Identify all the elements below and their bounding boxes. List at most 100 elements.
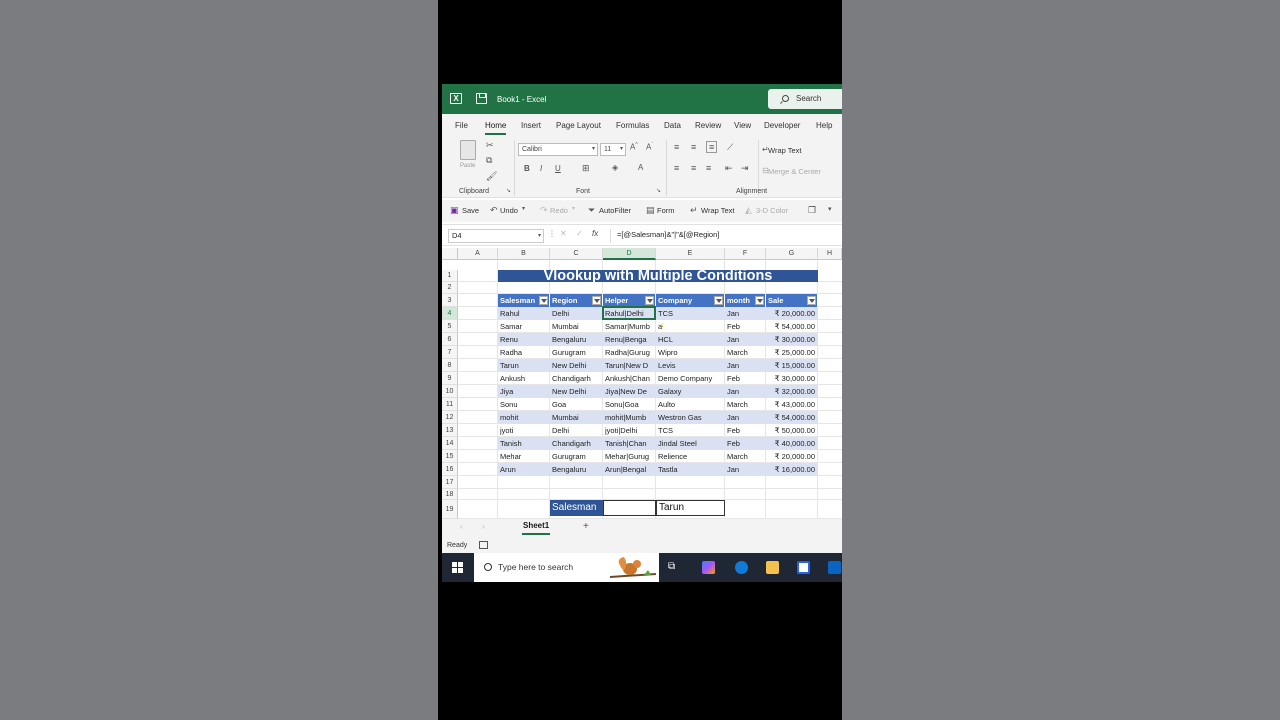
table-cell[interactable]: Renu [498,333,550,346]
chevron-down-icon[interactable]: ▾ [522,205,525,212]
table-cell[interactable]: Ankush [498,372,550,385]
table-cell[interactable]: Tarun|New D [603,359,656,372]
cancel-icon[interactable]: ✕ [560,229,567,238]
column-header-b[interactable]: B [498,248,550,260]
table-cell[interactable]: ₹ 30,000.00 [766,333,818,346]
decrease-indent-icon[interactable]: ⇤ [725,163,733,174]
add-sheet-icon[interactable]: + [583,521,589,532]
next-sheet-icon[interactable]: › [482,522,485,531]
row-header-4[interactable]: 4 [442,307,458,320]
font-color-icon[interactable]: A [638,163,643,172]
table-header-salesman[interactable]: Salesman [498,294,550,307]
align-right-icon[interactable]: ≡ [706,163,711,173]
table-cell[interactable]: Rahul [498,307,550,320]
table-cell[interactable]: Sonu|Goa [603,398,656,411]
table-cell[interactable]: Levis [656,359,725,372]
row-header-3[interactable]: 3 [442,294,458,307]
outlook-icon[interactable] [828,561,841,574]
table-cell[interactable]: Bengaluru [550,463,603,476]
table-cell[interactable]: ₹ 43,000.00 [766,398,818,411]
column-header-g[interactable]: G [766,248,818,260]
table-cell[interactable]: Delhi [550,424,603,437]
table-cell[interactable]: TCS [656,424,725,437]
table-cell[interactable]: Feb [725,424,766,437]
tab-home[interactable]: Home [485,121,507,135]
italic-icon[interactable]: I [540,164,542,173]
tab-formulas[interactable]: Formulas [616,121,649,130]
format-painter-icon[interactable]: 🖌 [486,171,497,182]
table-cell[interactable]: ₹ 54,000.00 [766,411,818,424]
table-cell[interactable]: ₹ 16,000.00 [766,463,818,476]
table-cell[interactable]: ₹ 20,000.00 [766,307,818,320]
macro-record-icon[interactable] [479,541,488,549]
table-cell[interactable]: Tarun [498,359,550,372]
table-cell[interactable]: Jiya|New De [603,385,656,398]
redo-button[interactable]: Redo [550,206,568,215]
windows-start-icon[interactable] [452,562,463,573]
filter-dropdown-icon[interactable] [714,296,723,305]
table-header-region[interactable]: Region [550,294,603,307]
table-cell[interactable]: Radha [498,346,550,359]
font-size-select[interactable]: 11 ▾ [600,143,626,156]
filter-dropdown-icon[interactable] [592,296,601,305]
prev-sheet-icon[interactable]: ‹ [460,522,463,531]
table-cell[interactable]: ₹ 20,000.00 [766,450,818,463]
window-icon[interactable]: ❐ [808,205,816,216]
increase-indent-icon[interactable]: ⇥ [741,163,749,174]
table-cell[interactable]: Mumbai [550,320,603,333]
table-cell[interactable]: Wipro [656,346,725,359]
table-cell[interactable]: jyoti [498,424,550,437]
lookup-value-cell[interactable]: Tarun [656,500,725,516]
align-center-icon[interactable]: ≡ [691,163,696,173]
table-cell[interactable]: Tanish|Chan [603,437,656,450]
orientation-icon[interactable]: ⟋ [727,142,733,153]
table-cell[interactable]: Arun [498,463,550,476]
table-cell[interactable]: Jan [725,463,766,476]
3d-color-button[interactable]: 3-D Color [756,206,788,215]
row-header-5[interactable]: 5 [442,320,458,333]
table-cell[interactable]: Relience [656,450,725,463]
wrap-text-button[interactable]: Wrap Text [768,146,802,155]
table-cell[interactable]: Bengaluru [550,333,603,346]
table-cell[interactable]: ₹ 15,000.00 [766,359,818,372]
table-cell[interactable]: Mehar [498,450,550,463]
row-header-16[interactable]: 16 [442,463,458,476]
worksheet-grid[interactable]: A B C D E F G H 1 2 3 4 5 6 7 8 9 10 11 12 13 14 15 16 17 18 19 Vlo… [442,248,842,519]
table-cell[interactable]: mohit [498,411,550,424]
table-cell[interactable]: Samar [498,320,550,333]
clipboard-launcher-icon[interactable]: ↘ [506,187,511,194]
row-header-6[interactable]: 6 [442,333,458,346]
undo-button[interactable]: Undo [500,206,518,215]
paste-icon[interactable] [460,140,476,160]
align-left-icon[interactable]: ≡ [674,163,679,173]
underline-icon[interactable]: U [555,164,561,173]
insert-function-icon[interactable]: fx [592,229,598,238]
row-header-12[interactable]: 12 [442,411,458,424]
cut-icon[interactable]: ✂ [486,140,494,151]
table-cell[interactable]: Feb [725,437,766,450]
align-bottom-icon[interactable]: ≡ [706,141,718,153]
tab-view[interactable]: View [734,121,751,130]
sheet-tab-sheet1[interactable]: Sheet1 [520,521,552,535]
table-cell[interactable]: Feb [725,372,766,385]
table-cell[interactable]: Chandigarh [550,437,603,450]
table-cell[interactable]: March [725,450,766,463]
row-header-7[interactable]: 7 [442,346,458,359]
table-cell[interactable]: Radha|Gurug [603,346,656,359]
table-cell[interactable]: Westron Gas [656,411,725,424]
table-cell[interactable]: Chandigarh [550,372,603,385]
tab-data[interactable]: Data [664,121,681,130]
column-header-d[interactable]: D [603,248,656,260]
qat-wrap-text-button[interactable]: Wrap Text [701,206,735,215]
copy-icon[interactable]: ⧉ [486,155,492,166]
column-header-c[interactable]: C [550,248,603,260]
tab-insert[interactable]: Insert [521,121,541,130]
table-cell[interactable]: Mehar|Gurug [603,450,656,463]
merge-center-button[interactable]: Merge & Center [768,167,821,176]
filter-dropdown-icon[interactable] [807,296,816,305]
table-cell[interactable]: Mumbai [550,411,603,424]
row-header-11[interactable]: 11 [442,398,458,411]
increase-font-icon[interactable]: A^ [630,142,638,152]
row-header-13[interactable]: 13 [442,424,458,437]
row-header-15[interactable]: 15 [442,450,458,463]
